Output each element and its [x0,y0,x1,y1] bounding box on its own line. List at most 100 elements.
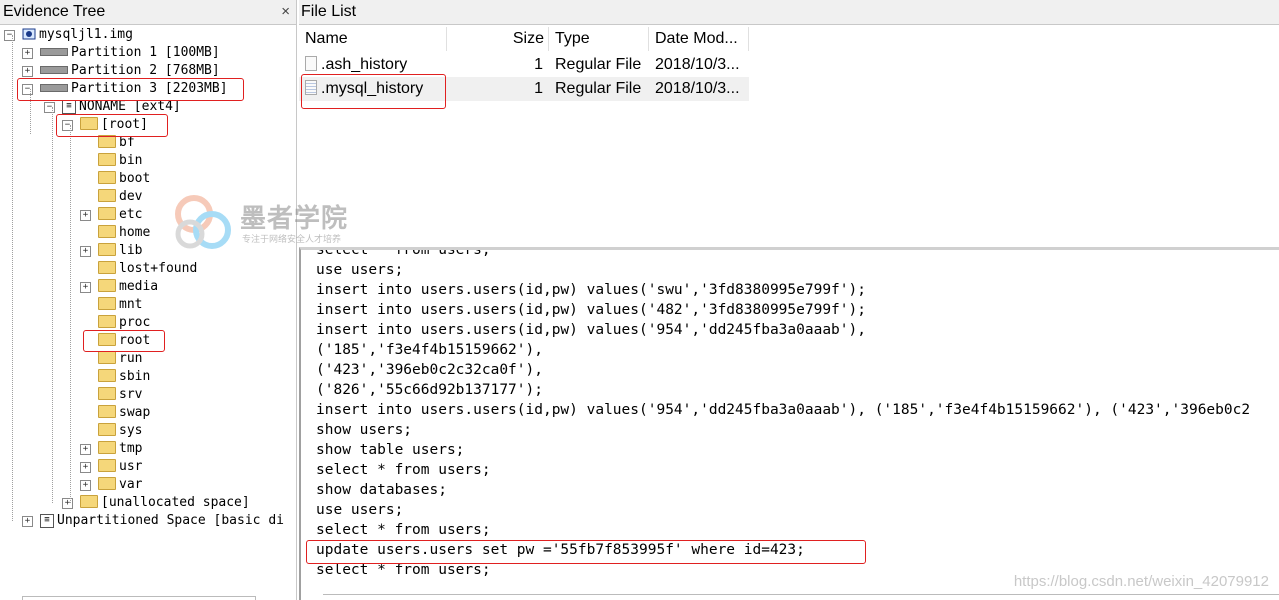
code-line: show databases; [316,482,447,498]
watermark-logo-icon [175,195,231,249]
folder-icon [98,423,116,436]
tree-item-folder-lost-found[interactable]: lost+found [98,260,197,278]
watermark-title: 墨者学院 [240,204,349,234]
filesystem-icon: ≡ [40,513,54,528]
file-list-header: File List [299,0,1279,25]
horizontal-scrollbar[interactable] [323,594,1279,600]
file-list-pane: File List Name Size Type Date Mod... .as… [299,0,1279,600]
column-header-date[interactable]: Date Mod... [649,27,749,51]
tree-connector [70,125,71,503]
credit-text: https://blog.csdn.net/weixin_42079912 [1013,573,1269,590]
tree-item-unpartitioned[interactable]: ≡ Unpartitioned Space [basic di [40,512,284,530]
code-line: insert into users.users(id,pw) values('s… [316,282,866,298]
watermark: 墨者学院 专注于网络安全人才培养 [172,192,382,252]
highlight-box [83,330,165,352]
tree-connector [12,35,13,521]
tree-item-folder-swap[interactable]: swap [98,404,150,422]
tree-item-folder-mnt-label: mnt [119,297,143,312]
tree-item-folder-var[interactable]: var [98,476,142,494]
tree-item-filesystem-label: NONAME [ext4] [79,99,181,114]
tree-item-folder-boot-label: boot [119,171,151,186]
file-icon [305,56,317,72]
folder-icon [98,261,116,274]
tree-item-folder-tmp[interactable]: tmp [98,440,142,458]
expander-icon[interactable]: + [80,282,91,293]
tree-item-folder-dev[interactable]: dev [98,188,142,206]
tree-item-partition-1[interactable]: Partition 1 [100MB] [40,44,220,62]
file-content-viewer[interactable]: select * from users; use users; insert int… [299,247,1279,600]
code-line: show table users; [316,442,465,458]
code-line: ('423','396eb0c2c32ca0f'), [316,362,543,378]
expander-icon[interactable]: + [80,444,91,455]
code-line: select * from users; [316,522,491,538]
tree-item-folder-run[interactable]: run [98,350,142,368]
expander-icon[interactable]: + [22,516,33,527]
expander-icon[interactable]: + [22,48,33,59]
folder-icon [98,225,116,238]
tree-item-folder-home[interactable]: home [98,224,150,242]
tree-item-folder-srv[interactable]: srv [98,386,142,404]
tree-item-folder-usr[interactable]: usr [98,458,142,476]
expander-icon[interactable]: − [4,30,15,41]
tree-item-folder-sys[interactable]: sys [98,422,142,440]
tree-item-folder-mnt[interactable]: mnt [98,296,142,314]
tree-item-folder-sbin[interactable]: sbin [98,368,150,386]
tree-item-folder-lib-label: lib [119,243,143,258]
folder-icon [98,171,116,184]
folder-icon [98,441,116,454]
code-line: insert into users.users(id,pw) values('9… [316,402,1251,418]
column-header-size[interactable]: Size [447,27,549,51]
tree-item-folder-sys-label: sys [119,423,143,438]
folder-icon [98,153,116,166]
file-list-column-headers: Name Size Type Date Mod... [299,27,749,51]
file-content-text: select * from users; use users; insert int… [316,247,1251,580]
tree-item-folder-home-label: home [119,225,151,240]
tree-item-image[interactable]: mysqljl1.img [22,26,133,44]
folder-icon [98,405,116,418]
code-line: use users; [316,502,404,518]
disk-icon [40,65,68,74]
tree-item-folder-boot[interactable]: boot [98,170,150,188]
folder-icon [98,459,116,472]
expander-icon[interactable]: + [22,66,33,77]
folder-icon [98,351,116,364]
tree-item-partition-2-label: Partition 2 [768MB] [71,63,220,78]
folder-icon [98,387,116,400]
folder-icon [98,189,116,202]
close-icon[interactable]: × [281,0,290,24]
expander-icon[interactable]: + [80,210,91,221]
code-line: select * from users; [316,247,491,258]
expander-icon[interactable]: + [80,480,91,491]
expander-icon[interactable]: + [62,498,73,509]
tree-item-folder-srv-label: srv [119,387,143,402]
tree-item-folder-etc-label: etc [119,207,143,222]
expander-icon[interactable]: − [44,102,55,113]
code-line: show users; [316,422,413,438]
column-header-name[interactable]: Name [299,27,447,51]
file-date: 2018/10/3... [655,80,740,97]
disk-image-icon [22,28,36,39]
watermark-subtitle: 专注于网络安全人才培养 [242,235,342,245]
highlight-box [301,74,446,109]
tree-item-unallocated[interactable]: [unallocated space] [80,494,250,512]
tree-item-unallocated-label: [unallocated space] [101,495,250,510]
tree-item-folder-etc[interactable]: etc [98,206,142,224]
tree-item-folder-dev-label: dev [119,189,143,204]
tree-item-folder-lib[interactable]: lib [98,242,142,260]
code-line: use users; [316,262,404,278]
expander-icon[interactable]: + [80,462,91,473]
tree-connector [52,107,53,503]
tree-item-unpartitioned-label: Unpartitioned Space [basic di [57,513,284,528]
tree-item-folder-bf-label: bf [119,135,135,150]
tree-item-folder-swap-label: swap [119,405,151,420]
folder-icon [98,243,116,256]
column-header-type[interactable]: Type [549,27,649,51]
file-name: .ash_history [321,56,408,73]
expander-icon[interactable]: + [80,246,91,257]
horizontal-scrollbar[interactable] [22,596,256,600]
disk-icon [40,47,68,56]
tree-item-folder-bin-label: bin [119,153,143,168]
tree-item-folder-bin[interactable]: bin [98,152,142,170]
tree-item-folder-media[interactable]: media [98,278,158,296]
code-line: ('826','55c66d92b137177'); [316,382,543,398]
